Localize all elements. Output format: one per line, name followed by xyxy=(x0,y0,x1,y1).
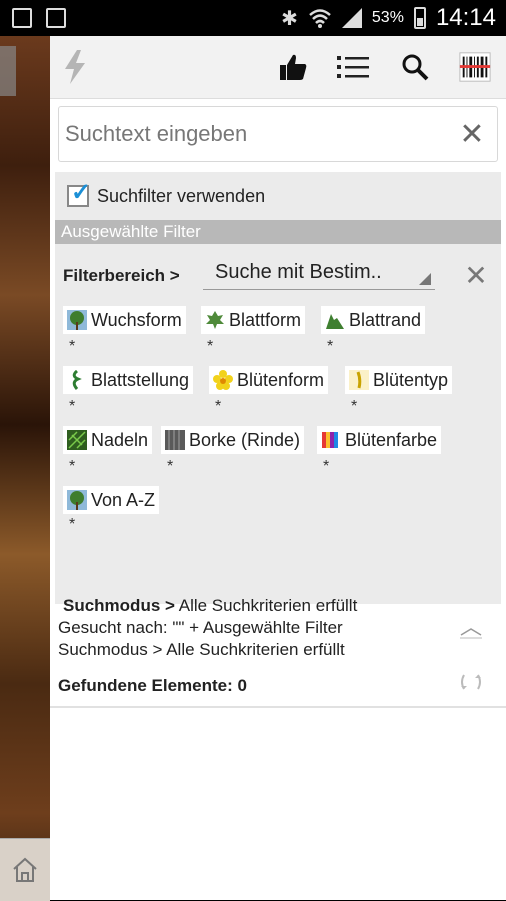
refresh-icon[interactable] xyxy=(458,670,484,694)
search-input[interactable] xyxy=(65,115,445,153)
chip-label: Blattstellung xyxy=(91,369,190,390)
home-button[interactable] xyxy=(0,838,50,901)
chip-label: Blütenfarbe xyxy=(345,429,438,450)
filter-area-value: Suche mit Bestim.. xyxy=(215,261,382,283)
chip-blattform[interactable]: Blattform xyxy=(201,306,306,334)
chip-label: Blütentyp xyxy=(373,369,449,390)
battery-percent: 53% xyxy=(371,9,404,26)
background-image xyxy=(0,36,50,900)
chip-nadeln[interactable]: Nadeln xyxy=(63,426,153,454)
use-filter-label: Suchfilter verwenden xyxy=(97,185,266,206)
chip-label: Wuchsform xyxy=(91,309,182,330)
chip-label: Borke (Rinde) xyxy=(189,429,301,450)
wifi-icon xyxy=(309,9,331,28)
clock: 14:14 xyxy=(435,4,496,31)
chip-wuchsform[interactable]: Wuchsform xyxy=(63,306,186,334)
selected-filters-header: Ausgewählte Filter xyxy=(55,220,501,244)
leaf-shape-icon xyxy=(206,311,224,329)
chip-star: * xyxy=(69,398,76,415)
needles-icon xyxy=(67,430,87,450)
result-summary: Gesucht nach: "" + Ausgewählte Filter Su… xyxy=(50,614,506,708)
tree-icon xyxy=(67,490,87,510)
remove-filter-icon[interactable]: ✕ xyxy=(461,260,491,291)
checkmark-icon: ✓ xyxy=(71,179,92,206)
flower-type-icon xyxy=(349,370,369,390)
signal-icon xyxy=(341,8,362,28)
search-mode-label: Suchmodus > xyxy=(63,596,175,615)
chip-star: * xyxy=(69,458,76,475)
bark-icon xyxy=(165,430,185,450)
photo-sync-icon xyxy=(46,8,66,28)
chip-star: * xyxy=(167,458,174,475)
list-icon[interactable] xyxy=(336,50,370,84)
chip-label: Blattform xyxy=(229,309,302,330)
filter-area-dropdown[interactable]: Suche mit Bestim.. xyxy=(203,254,435,290)
flower-icon xyxy=(213,370,233,390)
chip-star: * xyxy=(215,398,222,415)
chip-blattrand[interactable]: Blattrand xyxy=(321,306,426,334)
filter-area-label: Filterbereich > xyxy=(63,266,180,285)
drawer-handle[interactable] xyxy=(0,46,16,96)
color-palette-icon xyxy=(322,432,338,448)
home-icon xyxy=(13,857,37,882)
leaf-edge-icon xyxy=(326,314,344,329)
toolbar xyxy=(50,36,506,99)
chip-bluetentyp[interactable]: Blütentyp xyxy=(345,366,453,394)
chip-star: * xyxy=(207,338,214,355)
use-filter-row[interactable]: ✓ Suchfilter verwenden xyxy=(67,181,266,210)
chip-label: Von A-Z xyxy=(91,489,156,510)
chip-borke[interactable]: Borke (Rinde) xyxy=(161,426,305,454)
chip-bluetenfarbe[interactable]: Blütenfarbe xyxy=(317,426,442,454)
search-mode-value: Alle Suchkriterien erfüllt xyxy=(178,596,358,615)
chip-star: * xyxy=(69,516,76,533)
image-icon xyxy=(12,8,32,28)
tree-icon xyxy=(67,310,87,330)
filter-card: ✓ Suchfilter verwenden Ausgewählte Filte… xyxy=(55,172,501,639)
barcode-icon[interactable] xyxy=(458,50,492,84)
bluetooth-icon: ✱ xyxy=(281,7,298,30)
chip-von-a-z[interactable]: Von A-Z xyxy=(63,486,160,514)
found-count: Gefundene Elemente: 0 xyxy=(58,676,247,695)
chip-star: * xyxy=(69,338,76,355)
flash-icon[interactable] xyxy=(58,50,92,84)
clear-search-icon[interactable]: ✕ xyxy=(457,117,487,151)
status-bar: ✱ 53% 14:14 xyxy=(0,0,506,36)
searched-for-text: Gesucht nach: "" + Ausgewählte Filter xyxy=(58,618,343,637)
leaf-arrangement-icon xyxy=(72,370,82,390)
chip-bluetenform[interactable]: Blütenform xyxy=(209,366,329,394)
chip-star: * xyxy=(323,458,330,475)
chip-blattstellung[interactable]: Blattstellung xyxy=(63,366,194,394)
chip-star: * xyxy=(351,398,358,415)
chip-star: * xyxy=(327,338,334,355)
search-box: ✕ xyxy=(58,106,498,162)
thumbs-up-icon[interactable] xyxy=(276,50,310,84)
chip-label: Nadeln xyxy=(91,429,149,450)
chip-label: Blütenform xyxy=(237,369,325,390)
use-filter-checkbox[interactable]: ✓ xyxy=(67,181,91,207)
search-icon[interactable] xyxy=(398,50,432,84)
search-mode-row[interactable]: Suchmodus > Alle Suchkriterien erfüllt xyxy=(63,596,357,616)
chip-label: Blattrand xyxy=(349,309,422,330)
search-panel: ✕ ✓ Suchfilter verwenden Ausgewählte Fil… xyxy=(50,36,506,900)
battery-icon xyxy=(413,7,426,29)
dropdown-arrow-icon xyxy=(419,273,431,285)
result-mode-text: Suchmodus > Alle Suchkriterien erfüllt xyxy=(58,640,345,659)
